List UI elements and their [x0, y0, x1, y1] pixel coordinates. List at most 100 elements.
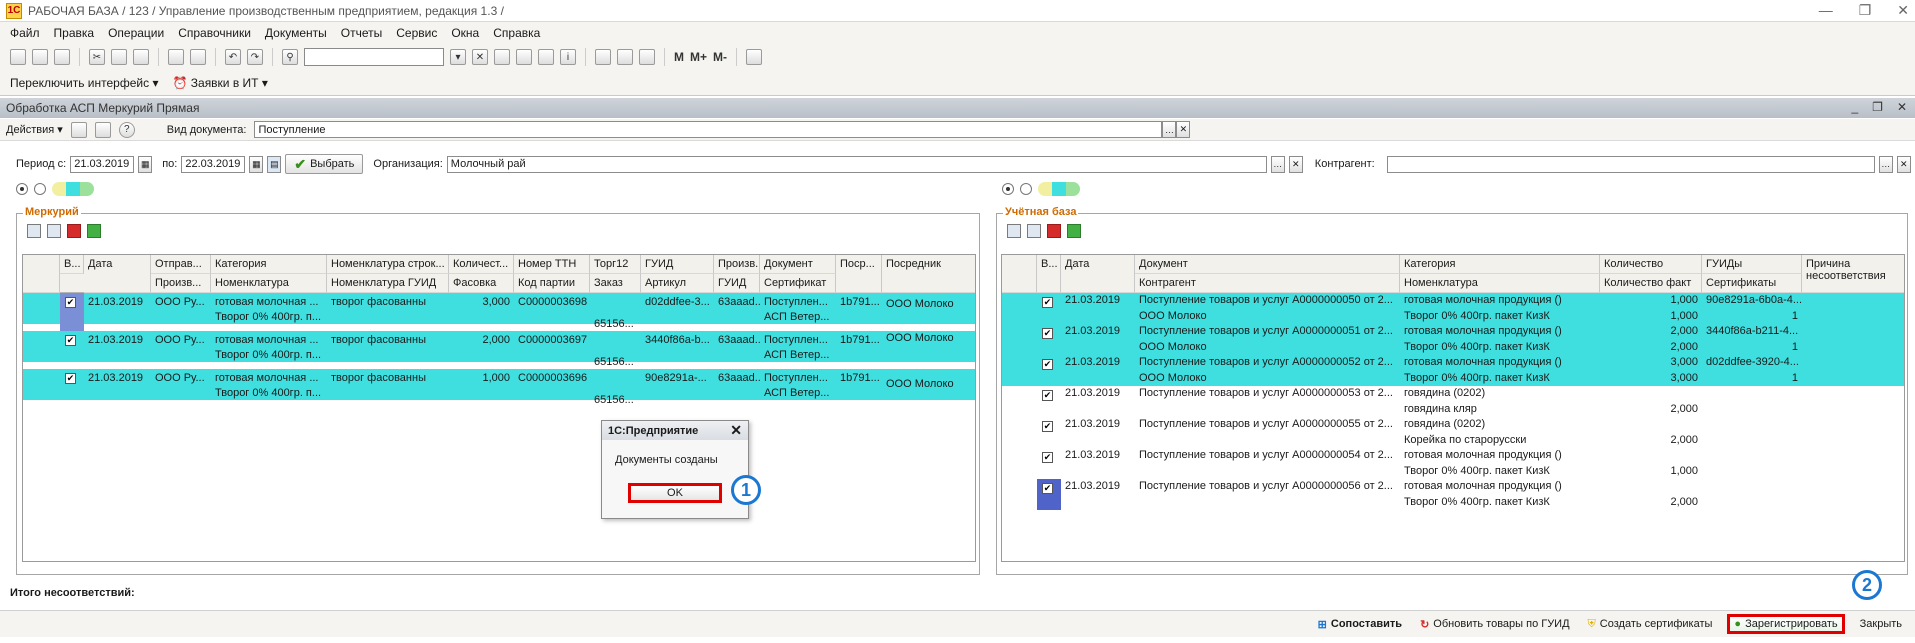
table-row[interactable]: 21.03.2019 Поступление товаров и услуг А0… [1002, 324, 1904, 355]
table-row[interactable]: 21.03.2019 Поступление товаров и услуг А0… [1002, 448, 1904, 479]
col-header[interactable]: Контрагент [1135, 274, 1400, 293]
create-certificates-button[interactable]: ⛨ Создать сертификаты [1585, 614, 1716, 634]
filter-radio-other[interactable] [1020, 183, 1032, 195]
add-icon[interactable] [87, 224, 101, 238]
col-header[interactable]: В... [60, 255, 84, 274]
col-header[interactable]: Произв... [714, 255, 760, 274]
close-button[interactable]: Закрыть [1857, 614, 1905, 634]
clear-search-icon[interactable]: ✕ [472, 49, 488, 65]
close-icon[interactable]: ✕ [730, 422, 742, 439]
close-icon[interactable]: ✕ [1897, 2, 1909, 19]
help-icon[interactable]: ? [118, 121, 135, 138]
table-row[interactable]: 21.03.2019 Поступление товаров и услуг А0… [1002, 293, 1904, 324]
col-header[interactable]: Торг12 [590, 255, 641, 274]
menu-help[interactable]: Справка [493, 26, 540, 40]
row-checkbox[interactable] [1042, 359, 1053, 370]
table-row[interactable]: 21.03.2019 Поступление товаров и услуг А0… [1002, 479, 1904, 510]
contractor-select-button[interactable]: … [1878, 155, 1893, 173]
doc-type-field[interactable]: Поступление [254, 121, 1163, 138]
undo-icon[interactable]: ↶ [225, 49, 241, 65]
match-button[interactable]: ⊞ Сопоставить [1315, 614, 1405, 634]
info-icon[interactable]: i [560, 49, 576, 65]
tools-icon[interactable] [746, 49, 763, 65]
cut-icon[interactable]: ✂ [89, 49, 105, 65]
row-checkbox[interactable] [1042, 421, 1053, 432]
org-field[interactable]: Молочный рай [446, 155, 1267, 173]
col-header[interactable]: Произв... [151, 274, 211, 293]
col-header[interactable]: Код партии [514, 274, 590, 293]
menu-service[interactable]: Сервис [396, 26, 437, 40]
col-header[interactable]: В... [1037, 255, 1061, 293]
memory-plus-button[interactable]: M+ [690, 50, 707, 64]
col-header[interactable]: Заказ [590, 274, 641, 293]
delete-icon[interactable] [1047, 224, 1061, 238]
actions-menu[interactable]: Действия ▾ [6, 123, 63, 136]
col-header[interactable]: Отправ... [151, 255, 211, 274]
col-header[interactable]: Количество [1600, 255, 1702, 274]
table-icon[interactable] [639, 49, 655, 65]
minimize-icon[interactable]: — [1819, 2, 1833, 19]
row-checkbox[interactable] [1042, 452, 1053, 463]
export-icon[interactable] [94, 121, 111, 138]
menu-file[interactable]: Файл [10, 26, 40, 40]
calendar-icon[interactable]: ▦ [249, 155, 264, 173]
inner-restore-icon[interactable]: ❐ [1872, 100, 1883, 114]
col-header[interactable]: Категория [211, 255, 327, 274]
save-icon[interactable] [54, 49, 70, 65]
filter-radio-other[interactable] [34, 183, 46, 195]
period-to-field[interactable]: 22.03.2019 [181, 155, 246, 173]
inner-close-icon[interactable]: ✕ [1897, 100, 1907, 114]
print-preview-icon[interactable] [190, 49, 206, 65]
print-icon[interactable] [168, 49, 184, 65]
row-checkbox[interactable] [65, 335, 76, 346]
col-header[interactable]: ГУИД [714, 274, 760, 293]
org-clear-button[interactable]: ✕ [1288, 155, 1303, 173]
col-header[interactable]: Количество факт [1600, 274, 1702, 293]
col-header[interactable]: Сертификаты [1702, 274, 1802, 293]
list-icon[interactable] [70, 121, 87, 138]
menu-operations[interactable]: Операции [108, 26, 164, 40]
col-header[interactable]: Номенклатура [1400, 274, 1600, 293]
find-next-icon[interactable] [494, 49, 510, 65]
col-header[interactable]: Дата [1061, 255, 1135, 293]
ok-button[interactable]: OK [628, 483, 722, 503]
it-requests-button[interactable]: ⏰ Заявки в ИТ ▾ [172, 76, 267, 90]
menu-windows[interactable]: Окна [451, 26, 479, 40]
select-button[interactable]: ✔ Выбрать [285, 154, 364, 174]
windows-icon[interactable] [538, 49, 554, 65]
copy-icon[interactable] [111, 49, 127, 65]
col-header[interactable]: Посредник [882, 255, 975, 293]
col-header[interactable]: Дата [84, 255, 151, 293]
redo-icon[interactable]: ↷ [247, 49, 263, 65]
memory-button[interactable]: M [674, 50, 684, 64]
menu-reports[interactable]: Отчеты [341, 26, 382, 40]
filter-radio-all[interactable] [16, 183, 28, 195]
doc-type-clear-button[interactable]: ✕ [1176, 121, 1191, 138]
org-select-button[interactable]: … [1270, 155, 1285, 173]
filter-radio-all[interactable] [1002, 183, 1014, 195]
col-header[interactable]: Фасовка [449, 274, 514, 293]
col-header[interactable]: ГУИДы [1702, 255, 1802, 274]
table-row[interactable]: 21.03.2019 Поступление товаров и услуг А0… [1002, 355, 1904, 386]
new-doc-icon[interactable] [10, 49, 26, 65]
copy-icon[interactable] [1027, 224, 1041, 238]
col-header[interactable]: Категория [1400, 255, 1600, 274]
calculator-icon[interactable] [595, 49, 611, 65]
row-checkbox[interactable] [1042, 483, 1053, 494]
col-header[interactable]: ГУИД [641, 255, 714, 274]
doc-type-select-button[interactable]: … [1162, 121, 1177, 138]
period-settings-icon[interactable]: ▤ [267, 155, 282, 173]
col-header[interactable]: Номер ТТН [514, 255, 590, 274]
chevron-down-icon[interactable]: ▾ [450, 49, 466, 65]
restore-icon[interactable]: ❐ [1859, 2, 1872, 19]
col-header[interactable]: Поср... [836, 255, 882, 293]
table-row[interactable]: 21.03.2019 ООО Ру... готовая молочная ..… [23, 293, 975, 331]
paste-icon[interactable] [133, 49, 149, 65]
copy-icon[interactable] [47, 224, 61, 238]
table-row[interactable]: 21.03.2019 ООО Ру... готовая молочная ..… [23, 369, 975, 406]
refresh-icon[interactable] [1007, 224, 1021, 238]
update-by-guid-button[interactable]: ↻ Обновить товары по ГУИД [1417, 614, 1572, 634]
col-header[interactable]: Количест... [449, 255, 514, 274]
col-header[interactable]: Причина несоответствия [1802, 255, 1904, 293]
row-checkbox[interactable] [1042, 297, 1053, 308]
